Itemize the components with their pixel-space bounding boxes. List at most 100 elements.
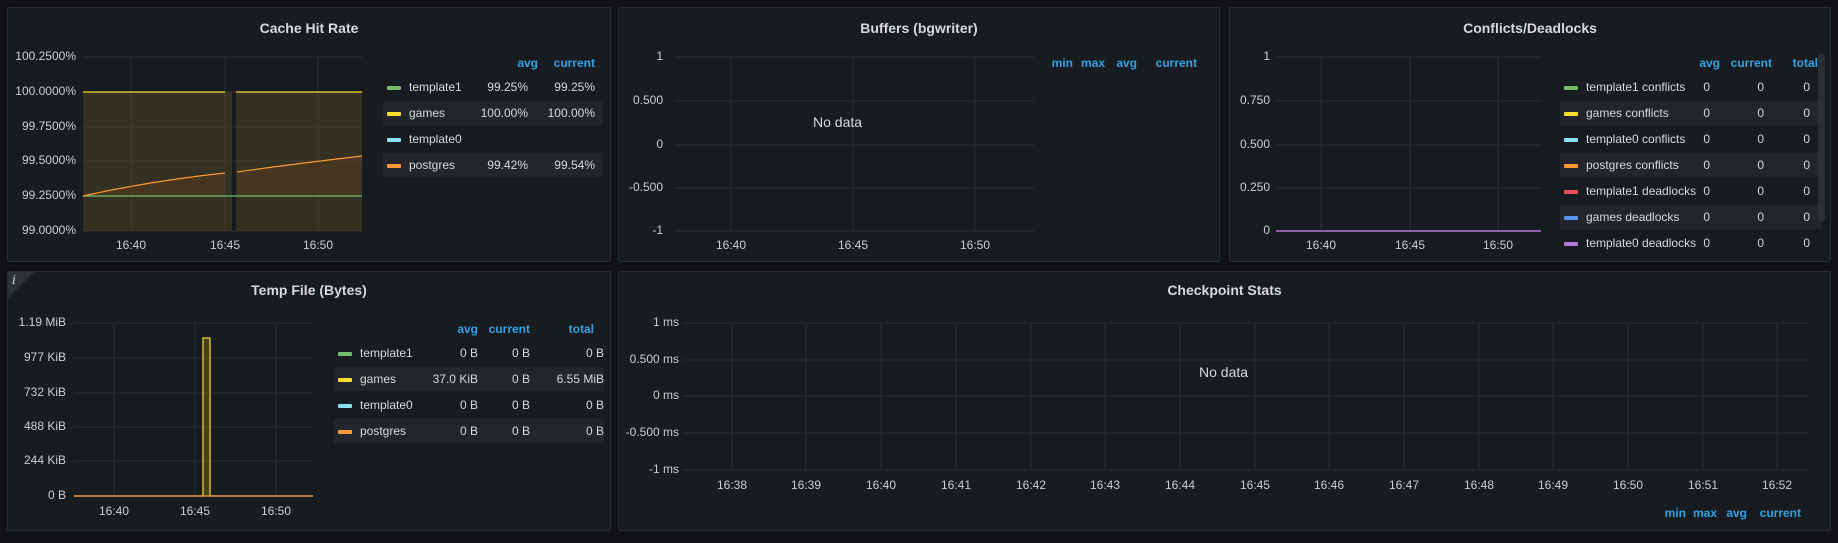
legend-header-min[interactable]: min: [1664, 506, 1686, 520]
legend-item[interactable]: template1 conflicts 0 0 0: [1560, 75, 1822, 99]
series-swatch: [338, 430, 352, 434]
temp-file-panel[interactable]: i Temp File (Bytes) 1.19 MiB 977 KiB 732…: [7, 271, 611, 531]
conflicts-panel[interactable]: Conflicts/Deadlocks 1 0.750 0.500 0.250 …: [1229, 7, 1831, 262]
checkpoint-stats-panel[interactable]: Checkpoint Stats 1 ms 0.500 ms 0 ms -0.5…: [618, 271, 1831, 531]
y-tick: 1.19 MiB: [18, 315, 66, 329]
legend-header-avg[interactable]: avg: [428, 322, 478, 336]
y-tick: 0 ms: [652, 388, 679, 402]
legend-header-current[interactable]: current: [478, 322, 530, 336]
series-swatch: [338, 378, 352, 382]
legend-item[interactable]: games deadlocks 0 0 0: [1560, 205, 1822, 229]
legend-name: template1 deadlocks: [1586, 184, 1697, 198]
legend-current: 0 B: [511, 398, 530, 412]
legend-item[interactable]: template1 99.25% 99.25%: [383, 75, 603, 99]
series-swatch: [1564, 86, 1578, 90]
legend-header-total[interactable]: total: [538, 322, 594, 336]
legend-header-min[interactable]: min: [1049, 56, 1073, 70]
series-swatch: [1564, 216, 1578, 220]
legend-header-current[interactable]: current: [1724, 56, 1772, 70]
legend-current: 99.25%: [554, 80, 595, 94]
legend-avg: 100.00%: [480, 106, 528, 120]
legend-item[interactable]: postgres 0 B 0 B 0 B: [334, 419, 604, 443]
legend-item[interactable]: template1 0 B 0 B 0 B: [334, 341, 604, 365]
legend-total: 0: [1803, 210, 1810, 224]
y-tick: 977 KiB: [23, 350, 66, 364]
legend-header-current[interactable]: current: [1145, 56, 1197, 70]
legend-item[interactable]: template1 deadlocks 0 0 0: [1560, 179, 1822, 203]
series-swatch: [338, 404, 352, 408]
y-tick: 244 KiB: [23, 453, 66, 467]
x-tick: 16:45: [1394, 238, 1426, 252]
legend-header-max[interactable]: max: [1079, 56, 1105, 70]
y-tick: 100.2500%: [15, 49, 76, 63]
legend-header-avg[interactable]: avg: [1723, 506, 1747, 520]
series-swatch: [338, 352, 352, 356]
y-tick: 99.2500%: [21, 188, 76, 202]
legend-header-current[interactable]: current: [533, 56, 595, 70]
legend-avg: 0 B: [459, 398, 478, 412]
x-tick: 16:50: [959, 238, 991, 252]
legend-avg: 37.0 KiB: [432, 372, 478, 386]
x-tick: 16:38: [716, 478, 748, 492]
series-swatch: [387, 112, 401, 116]
legend-avg: 0: [1703, 158, 1710, 172]
x-tick: 16:40: [115, 238, 147, 252]
legend-header-total[interactable]: total: [1776, 56, 1818, 70]
legend-item[interactable]: games 37.0 KiB 0 B 6.55 MiB: [334, 367, 604, 391]
legend-current: 0: [1757, 236, 1764, 250]
legend-item[interactable]: postgres 99.42% 99.54%: [383, 153, 603, 177]
legend-current: 0: [1757, 132, 1764, 146]
legend-avg: 0: [1703, 236, 1710, 250]
legend-item[interactable]: template0 0 B 0 B 0 B: [334, 393, 604, 417]
y-tick: 99.5000%: [21, 153, 76, 167]
legend-current: 0 B: [511, 424, 530, 438]
legend-item[interactable]: template0 conflicts 0 0 0: [1560, 127, 1822, 151]
series-swatch: [1564, 242, 1578, 246]
legend-avg: 99.42%: [487, 158, 528, 172]
legend-header-avg[interactable]: avg: [1696, 56, 1720, 70]
x-tick: 16:52: [1761, 478, 1793, 492]
y-tick: -1: [652, 223, 663, 237]
series-swatch: [1564, 164, 1578, 168]
x-tick: 16:45: [837, 238, 869, 252]
buffers-panel[interactable]: Buffers (bgwriter) 1 0.500 0 -0.500 -1 1…: [618, 7, 1220, 262]
series-swatch: [1564, 190, 1578, 194]
y-tick: 1: [1263, 49, 1270, 63]
legend-name: template1 conflicts: [1586, 80, 1686, 94]
checkpoint-plot[interactable]: [619, 272, 1832, 532]
legend-item[interactable]: games conflicts 0 0 0: [1560, 101, 1822, 125]
legend-total: 0 B: [585, 424, 604, 438]
legend-header-avg[interactable]: avg: [1113, 56, 1137, 70]
legend-avg: 0: [1703, 106, 1710, 120]
y-tick: 0 B: [47, 488, 66, 502]
y-tick: 0.500: [632, 93, 663, 107]
x-tick: 16:50: [302, 238, 334, 252]
series-swatch: [387, 138, 401, 142]
legend-header-avg[interactable]: avg: [478, 56, 538, 70]
buffers-plot: [675, 56, 1034, 232]
legend-item[interactable]: template0: [383, 127, 603, 151]
legend-name: games: [409, 106, 446, 120]
legend-current: 100.00%: [547, 106, 595, 120]
legend-avg: 99.25%: [487, 80, 528, 94]
x-tick: 16:42: [1015, 478, 1047, 492]
x-tick: 16:51: [1687, 478, 1719, 492]
legend-item[interactable]: template0 deadlocks 0 0 0: [1560, 231, 1822, 255]
x-tick: 16:48: [1463, 478, 1495, 492]
legend-item[interactable]: games 100.00% 100.00%: [383, 101, 603, 125]
legend-scrollbar[interactable]: [1818, 54, 1825, 222]
legend-name: template0: [360, 398, 413, 412]
legend-header-current[interactable]: current: [1753, 506, 1801, 520]
cache-hit-rate-panel[interactable]: Cache Hit Rate 100.2500% 100.0000% 99.75…: [7, 7, 611, 262]
legend-current: 0: [1757, 158, 1764, 172]
x-tick: 16:49: [1537, 478, 1569, 492]
legend-name: template1: [409, 80, 462, 94]
y-tick: 732 KiB: [23, 385, 66, 399]
legend-current: 0: [1757, 106, 1764, 120]
legend-total: 0: [1803, 106, 1810, 120]
legend-current: 0 B: [511, 372, 530, 386]
legend-name: template0 conflicts: [1586, 132, 1686, 146]
legend-item[interactable]: postgres conflicts 0 0 0: [1560, 153, 1822, 177]
legend-header-max[interactable]: max: [1691, 506, 1717, 520]
y-tick: 99.0000%: [21, 223, 76, 237]
